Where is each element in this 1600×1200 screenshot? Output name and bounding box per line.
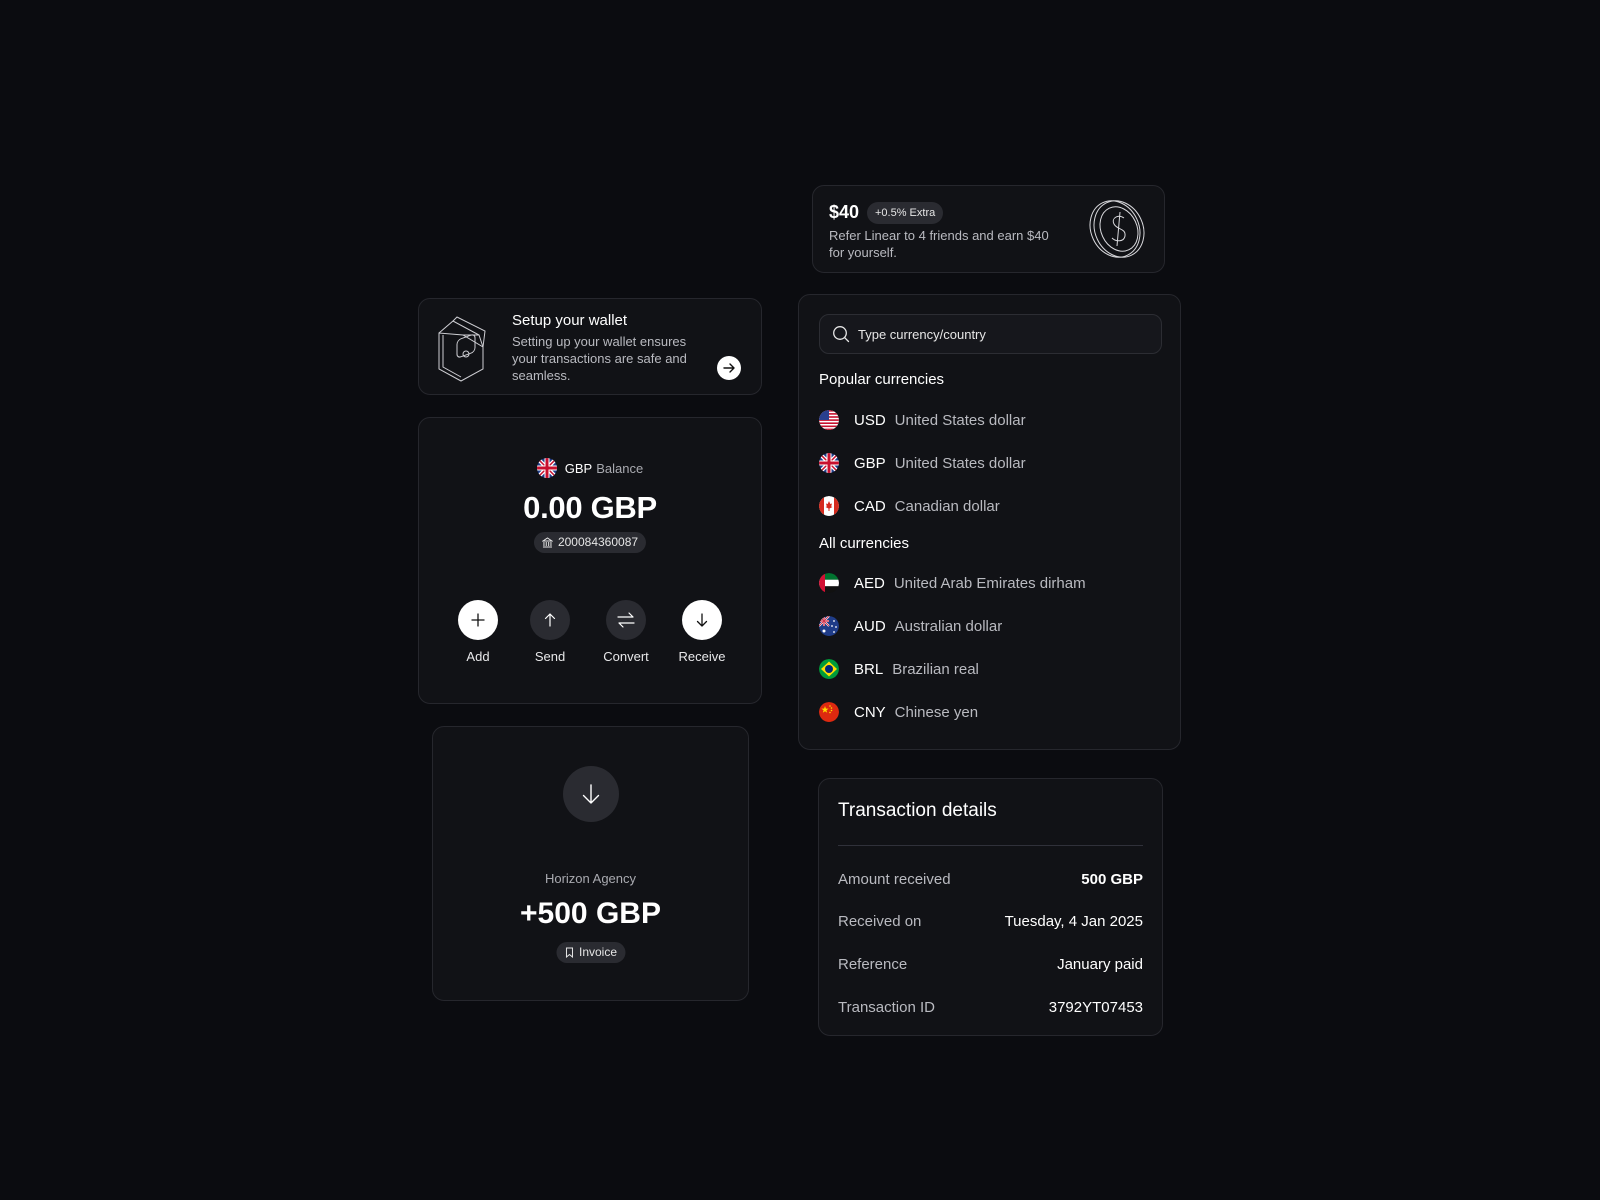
receive-button[interactable]: Receive	[677, 600, 727, 664]
balance-amount: 0.00 GBP	[523, 490, 657, 525]
received-amount: +500 GBP	[520, 897, 661, 930]
currency-item-brl[interactable]: BRL Brazilian real	[819, 658, 979, 680]
brazil-flag-icon	[819, 659, 839, 679]
arrow-up-icon	[544, 613, 556, 627]
convert-label: Convert	[603, 649, 649, 664]
transaction-details-title: Transaction details	[838, 800, 997, 821]
currency-name: Australian dollar	[894, 617, 1003, 635]
txn-label: Amount received	[838, 871, 951, 888]
plus-icon	[471, 613, 485, 627]
add-button[interactable]: Add	[453, 600, 503, 664]
us-flag-icon	[819, 410, 839, 430]
send-button[interactable]: Send	[525, 600, 575, 664]
wallet-title: Setup your wallet	[512, 312, 628, 329]
australia-flag-icon	[819, 616, 839, 636]
currency-item-cad[interactable]: CAD Canadian dollar	[819, 495, 1000, 517]
canada-flag-icon	[819, 496, 839, 516]
wallet-description: Setting up your wallet ensures your tran…	[512, 334, 687, 383]
txn-row-reference: Reference January paid	[838, 956, 1143, 973]
currency-name: Chinese yen	[894, 703, 979, 721]
currency-item-aed[interactable]: AED United Arab Emirates dirham	[819, 572, 1086, 594]
wallet-continue-button[interactable]	[717, 356, 741, 380]
balance-label: GBP Balance	[419, 458, 761, 478]
txn-value: Tuesday, 4 Jan 2025	[1004, 913, 1143, 930]
uk-flag-icon	[536, 458, 557, 478]
txn-label: Reference	[838, 956, 908, 973]
currency-code: AUD	[854, 617, 886, 635]
china-flag-icon	[819, 702, 839, 722]
send-circle[interactable]	[530, 600, 570, 640]
uae-flag-icon	[819, 573, 839, 593]
balance-currency: GBP	[564, 460, 593, 476]
currency-name: Brazilian real	[892, 660, 979, 678]
invoice-badge[interactable]: Invoice	[555, 942, 626, 963]
convert-button[interactable]: Convert	[597, 600, 655, 664]
currency-code: CNY	[854, 703, 886, 721]
bookmark-icon	[565, 947, 573, 958]
balance-label-text: Balance	[596, 460, 644, 476]
received-payment-card: Horizon Agency +500 GBP Invoice	[432, 726, 749, 1001]
arrow-down-icon	[582, 784, 600, 804]
currency-code: CAD	[854, 497, 886, 515]
bank-icon	[541, 537, 553, 548]
currency-code: BRL	[854, 660, 884, 678]
search-icon	[833, 326, 850, 343]
divider	[838, 845, 1143, 846]
balance-card: GBP Balance 0.00 GBP 200084360087 Add Se…	[418, 417, 762, 704]
wallet-icon	[438, 316, 486, 382]
add-label: Add	[466, 649, 490, 664]
currency-search[interactable]	[819, 314, 1162, 354]
account-number-badge[interactable]: 200084360087	[533, 532, 647, 553]
sender-name: Horizon Agency	[544, 871, 637, 886]
currency-code: GBP	[854, 454, 886, 472]
txn-row-amount: Amount received 500 GBP	[838, 871, 1143, 888]
popular-currencies-heading: Popular currencies	[819, 371, 945, 388]
currency-search-input[interactable]	[858, 326, 1148, 342]
uk-flag-icon	[819, 453, 839, 473]
convert-circle[interactable]	[606, 600, 646, 640]
referral-card[interactable]: $40 +0.5% Extra Refer Linear to 4 friend…	[812, 185, 1165, 273]
currency-code: USD	[854, 411, 886, 429]
invoice-label: Invoice	[578, 945, 618, 959]
receive-label: Receive	[678, 649, 726, 664]
balance-actions: Add Send Convert Receive	[419, 600, 761, 664]
referral-extra-badge: +0.5% Extra	[867, 202, 944, 224]
txn-value: January paid	[1057, 956, 1143, 973]
receive-circle[interactable]	[682, 600, 722, 640]
received-icon-circle	[563, 766, 619, 822]
txn-row-received-on: Received on Tuesday, 4 Jan 2025	[838, 913, 1143, 930]
txn-value: 500 GBP	[1081, 871, 1143, 888]
arrow-down-icon	[696, 613, 708, 627]
currency-item-aud[interactable]: AUD Australian dollar	[819, 615, 1002, 637]
currency-name: United States dollar	[894, 454, 1026, 472]
currency-item-gbp[interactable]: GBP United States dollar	[819, 452, 1026, 474]
swap-icon	[617, 612, 635, 628]
arrow-right-icon	[723, 363, 735, 373]
currency-code: AED	[854, 574, 885, 592]
referral-description: Refer Linear to 4 friends and earn $40 f…	[829, 228, 1049, 260]
txn-value: 3792YT07453	[1048, 999, 1143, 1016]
currency-name: Canadian dollar	[894, 497, 1000, 515]
txn-label: Received on	[838, 913, 922, 930]
currency-name: United States dollar	[894, 411, 1026, 429]
currency-picker-card: Popular currencies USD United States dol…	[798, 294, 1181, 750]
referral-amount: $40	[829, 202, 860, 222]
txn-row-id: Transaction ID 3792YT07453	[838, 999, 1143, 1016]
dollar-coin-icon	[1089, 200, 1145, 258]
add-circle[interactable]	[458, 600, 498, 640]
txn-label: Transaction ID	[838, 999, 935, 1016]
setup-wallet-card[interactable]: Setup your wallet Setting up your wallet…	[418, 298, 762, 395]
account-number: 200084360087	[557, 535, 639, 549]
currency-name: United Arab Emirates dirham	[893, 574, 1086, 592]
all-currencies-heading: All currencies	[819, 535, 910, 552]
currency-item-cny[interactable]: CNY Chinese yen	[819, 701, 978, 723]
transaction-details-card: Transaction details Amount received 500 …	[818, 778, 1163, 1036]
currency-item-usd[interactable]: USD United States dollar	[819, 409, 1026, 431]
send-label: Send	[534, 649, 566, 664]
